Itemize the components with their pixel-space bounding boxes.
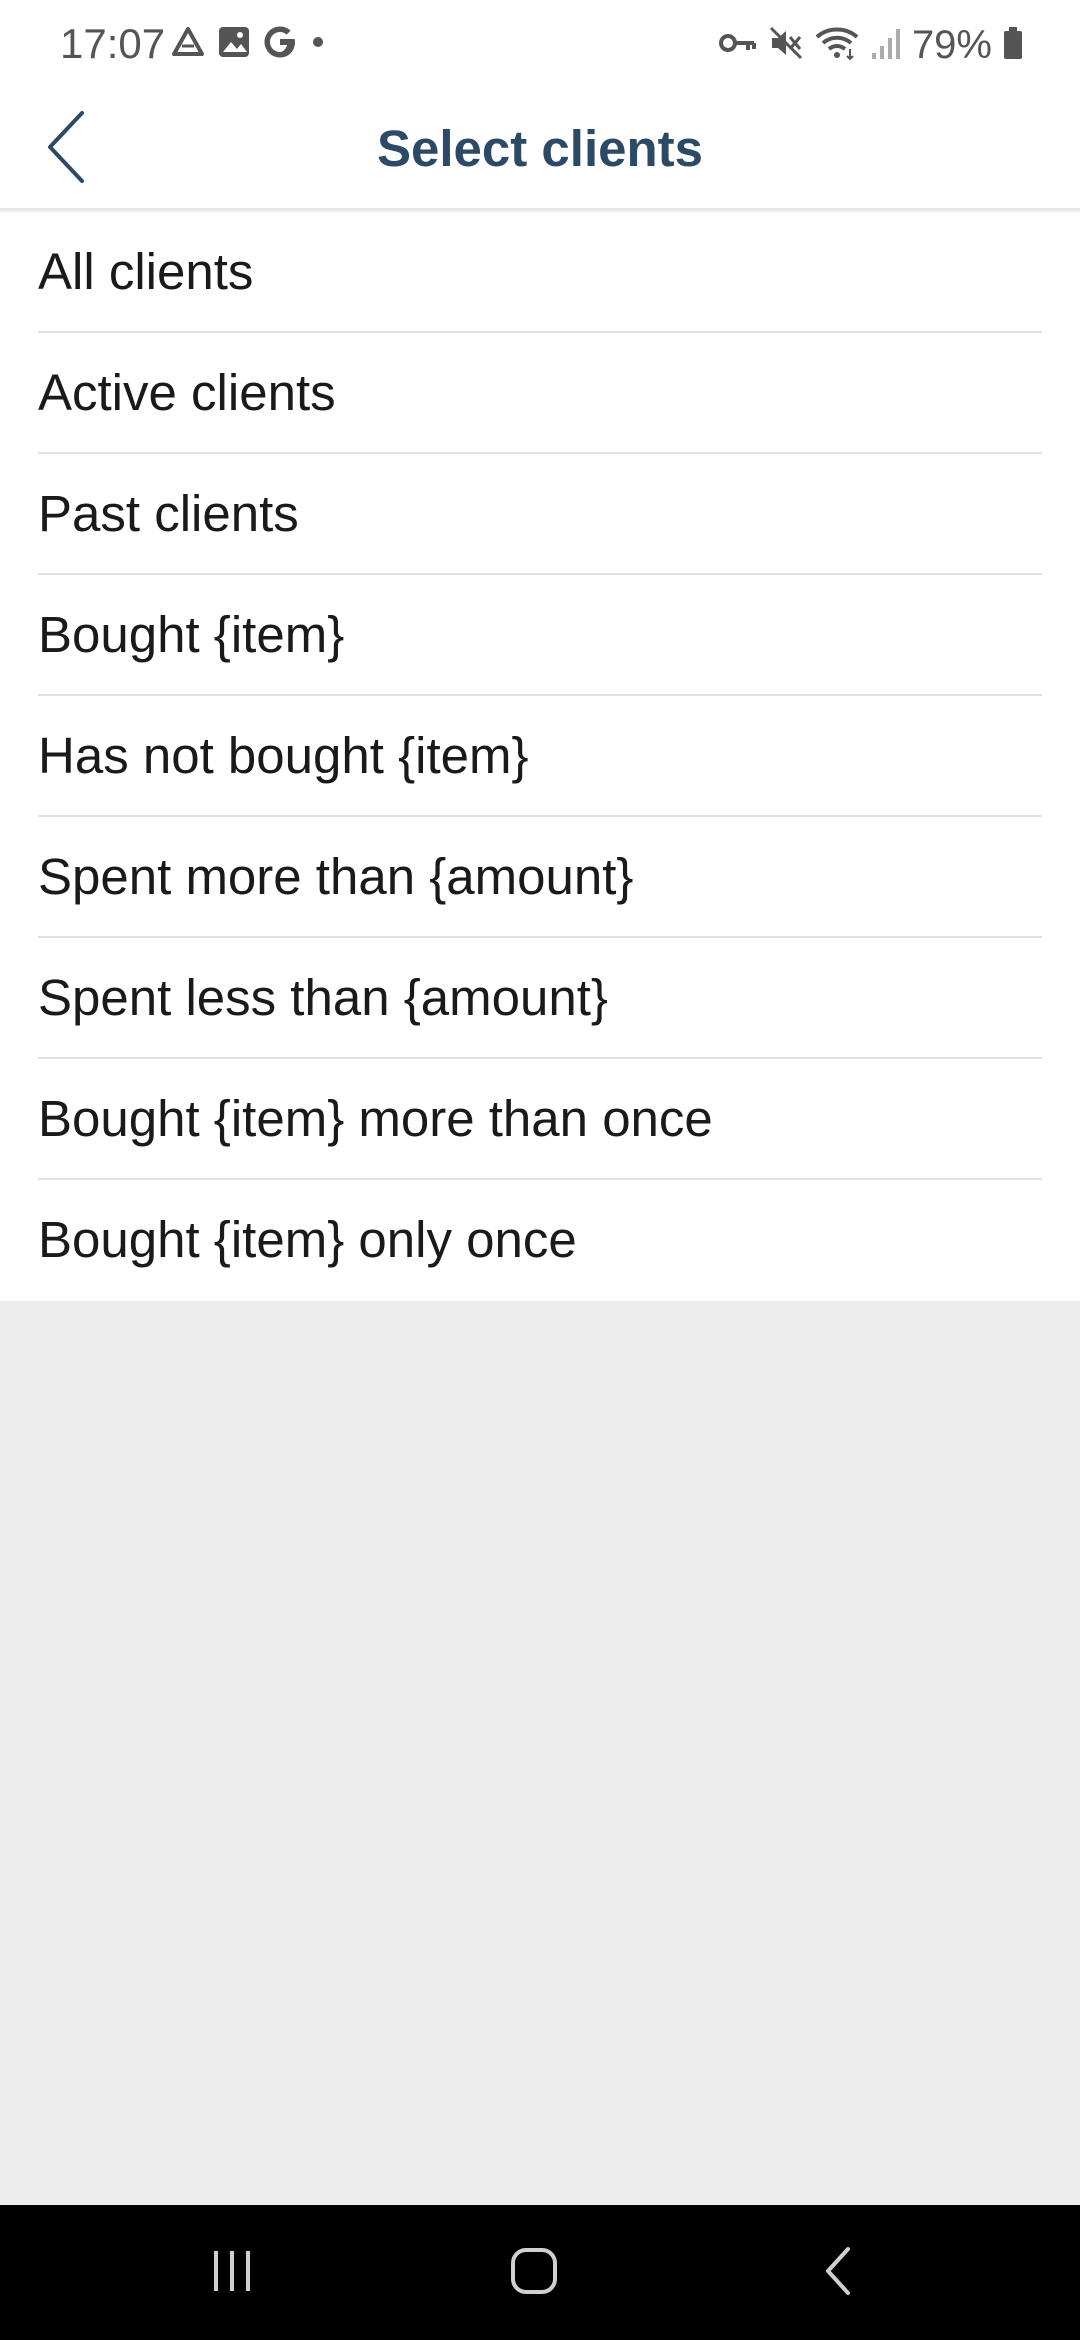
status-time: 17:07	[60, 20, 166, 67]
list-item-bought-item[interactable]: Bought {item}	[0, 575, 1080, 696]
image-icon	[216, 24, 252, 65]
list-item-active-clients[interactable]: Active clients	[0, 333, 1080, 454]
list-item-has-not-bought-item[interactable]: Has not bought {item}	[0, 696, 1080, 817]
mute-icon	[768, 25, 804, 66]
vpn-key-icon	[718, 28, 758, 63]
list-item-label: Bought {item} more than once	[38, 1090, 713, 1147]
home-button[interactable]	[474, 2235, 594, 2311]
battery-icon	[1002, 25, 1024, 66]
app-header: Select clients	[0, 90, 1080, 210]
list-item-label: Past clients	[38, 485, 299, 542]
signal-icon	[870, 25, 902, 66]
list-item-label: Bought {item} only once	[38, 1211, 577, 1268]
list-item-bought-item-only-once[interactable]: Bought {item} only once	[0, 1180, 1080, 1301]
home-icon	[509, 2246, 559, 2301]
google-icon	[262, 24, 298, 65]
status-bar: 17:07 79%	[0, 0, 1080, 90]
battery-percent: 79%	[911, 23, 992, 67]
list-item-label: All clients	[38, 243, 254, 300]
system-nav-bar	[0, 2205, 1080, 2340]
recent-apps-button[interactable]	[172, 2235, 292, 2311]
nav-back-button[interactable]	[778, 2235, 898, 2311]
status-system-icons: 79%	[718, 20, 1024, 70]
recent-apps-icon	[208, 2249, 256, 2298]
status-notification-icons	[170, 24, 328, 64]
back-icon	[820, 2245, 856, 2302]
dot-icon	[308, 24, 328, 65]
list-item-bought-item-more-than-once[interactable]: Bought {item} more than once	[0, 1059, 1080, 1180]
list-item-all-clients[interactable]: All clients	[0, 212, 1080, 333]
list-item-label: Has not bought {item}	[38, 727, 529, 784]
page-title: Select clients	[377, 120, 703, 177]
wifi-icon	[814, 25, 860, 66]
list-item-label: Bought {item}	[38, 606, 345, 663]
list-item-label: Spent more than {amount}	[38, 848, 634, 905]
client-filter-list: All clients Active clients Past clients …	[0, 212, 1080, 1301]
list-item-spent-more-than-amount[interactable]: Spent more than {amount}	[0, 817, 1080, 938]
list-item-past-clients[interactable]: Past clients	[0, 454, 1080, 575]
drive-icon	[170, 24, 206, 65]
list-item-label: Active clients	[38, 364, 336, 421]
list-item-label: Spent less than {amount}	[38, 969, 608, 1026]
list-item-spent-less-than-amount[interactable]: Spent less than {amount}	[0, 938, 1080, 1059]
